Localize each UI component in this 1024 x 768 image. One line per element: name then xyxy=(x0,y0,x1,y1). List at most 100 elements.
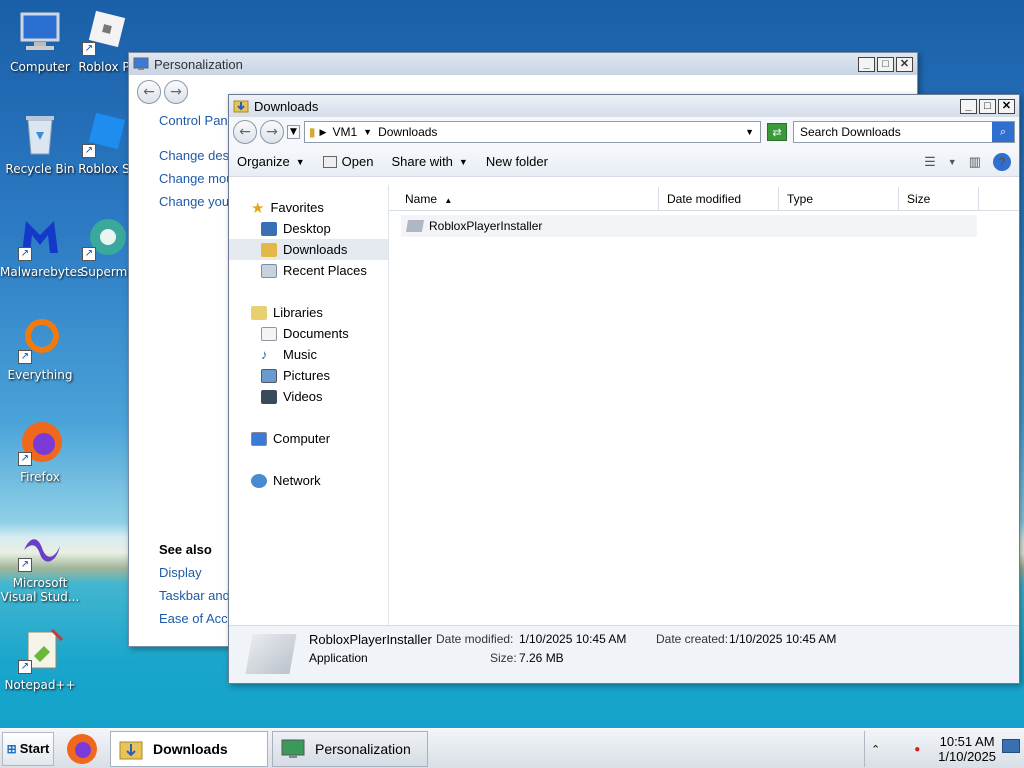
clock[interactable]: 10:51 AM 1/10/2025 xyxy=(938,734,996,764)
taskbar-personalization[interactable]: Personalization xyxy=(272,730,428,767)
nav-documents[interactable]: Documents xyxy=(229,323,388,344)
share-with-button[interactable]: Share with ▼ xyxy=(391,154,467,169)
new-folder-button[interactable]: New folder xyxy=(486,154,548,169)
malwarebytes-icon: ↗ xyxy=(16,213,64,261)
desktop-icon-everything[interactable]: ↗ Everything xyxy=(0,316,80,382)
details-date-created-label: Date created: xyxy=(656,632,729,646)
show-hidden-icons-icon[interactable]: ⌃ xyxy=(871,743,880,756)
desktop-icon-label: Everything xyxy=(7,368,73,382)
desktop-icon-roblox-studio[interactable]: ↗ Roblox S xyxy=(76,110,132,176)
address-bar[interactable]: ▮ ▶ VM1 ▼ Downloads ▼ xyxy=(303,121,761,143)
show-desktop-icon[interactable] xyxy=(1002,739,1020,753)
desktop-icon-notepadpp[interactable]: ↗ Notepad++ xyxy=(0,626,80,692)
minimize-button[interactable]: _ xyxy=(858,56,875,72)
personalization-titlebar[interactable]: Personalization _ □ ✕ xyxy=(129,53,917,75)
roblox-installer-icon xyxy=(405,220,425,232)
close-button[interactable]: ✕ xyxy=(896,56,913,72)
music-icon: ♪ xyxy=(261,347,268,362)
change-desktop-link[interactable]: Change desk xyxy=(129,144,229,167)
nav-pictures[interactable]: Pictures xyxy=(229,365,388,386)
nav-label: Pictures xyxy=(283,368,330,383)
nav-downloads[interactable]: Downloads xyxy=(229,239,388,260)
nav-network[interactable]: Network xyxy=(229,470,388,491)
nav-computer[interactable]: Computer xyxy=(229,428,388,449)
nav-favorites[interactable]: ★ Favorites xyxy=(229,197,388,218)
help-icon[interactable]: ? xyxy=(993,152,1011,171)
column-headers: Name ▲ Date modified Type Size xyxy=(389,187,1019,211)
details-date-created: 1/10/2025 10:45 AM xyxy=(729,632,837,646)
search-placeholder: Search Downloads xyxy=(800,125,901,139)
chevron-down-icon[interactable]: ▼ xyxy=(363,127,372,137)
downloads-titlebar[interactable]: Downloads _ □ ✕ xyxy=(229,95,1019,117)
recent-pages-dropdown[interactable]: ▼ xyxy=(287,125,300,139)
forward-button[interactable]: → xyxy=(164,80,188,104)
change-account-link[interactable]: Change your xyxy=(129,190,229,213)
control-panel-link[interactable]: Control Pane xyxy=(129,109,229,132)
column-size[interactable]: Size xyxy=(899,187,979,210)
ease-of-access-link[interactable]: Ease of Acce xyxy=(159,607,235,630)
file-name: RobloxPlayerInstaller xyxy=(429,219,543,233)
view-dropdown-icon[interactable]: ▼ xyxy=(948,157,957,167)
nav-label: Recent Places xyxy=(283,263,367,278)
desktop-icon-recycle-bin[interactable]: Recycle Bin xyxy=(0,110,80,176)
nav-recent-places[interactable]: Recent Places xyxy=(229,260,388,281)
search-input[interactable]: Search Downloads ⌕ xyxy=(793,121,1015,143)
downloads-window[interactable]: Downloads _ □ ✕ ← → ▼ ▮ ▶ VM1 ▼ Download… xyxy=(228,94,1020,684)
close-button[interactable]: ✕ xyxy=(998,98,1015,114)
file-list-pane[interactable]: Name ▲ Date modified Type Size RobloxPla… xyxy=(389,185,1019,625)
change-view-icon[interactable]: ☰ xyxy=(924,154,936,170)
forward-button[interactable]: → xyxy=(260,120,284,144)
change-mouse-link[interactable]: Change mou xyxy=(129,167,229,190)
nav-label: Music xyxy=(283,347,317,362)
column-date-modified[interactable]: Date modified xyxy=(659,187,779,210)
nav-label: Downloads xyxy=(283,242,348,257)
preview-pane-icon[interactable]: ▥ xyxy=(969,154,981,170)
start-button[interactable]: ⊞ Start xyxy=(2,731,54,766)
desktop-icon-firefox[interactable]: ↗ Firefox xyxy=(0,418,80,484)
desktop-icon-roblox-player[interactable]: ↗ Roblox P xyxy=(76,8,132,74)
maximize-button[interactable]: □ xyxy=(877,56,894,72)
refresh-icon[interactable]: ⇄ xyxy=(767,123,787,141)
explorer-content: ★ Favorites Desktop Downloads Recent Plac… xyxy=(229,185,1019,625)
window-title: Downloads xyxy=(254,98,319,114)
folder-download-icon xyxy=(119,737,143,761)
start-label: Start xyxy=(19,741,50,756)
downloads-folder-icon xyxy=(261,242,277,257)
file-row[interactable]: RobloxPlayerInstaller xyxy=(401,215,977,237)
search-icon[interactable]: ⌕ xyxy=(992,122,1014,142)
column-type[interactable]: Type xyxy=(779,187,899,210)
open-button[interactable]: Open xyxy=(322,154,373,169)
column-name[interactable]: Name ▲ xyxy=(389,187,659,210)
roblox-installer-large-icon xyxy=(245,634,297,674)
maximize-button[interactable]: □ xyxy=(979,98,996,114)
desktop-icon-label: Recycle Bin xyxy=(5,162,75,176)
nav-libraries[interactable]: Libraries xyxy=(229,302,388,323)
address-dropdown-icon[interactable]: ▼ xyxy=(745,127,754,137)
desktop-icon-malwarebytes[interactable]: ↗ Malwarebytes xyxy=(0,213,84,279)
nav-label: Libraries xyxy=(273,305,323,320)
back-button[interactable]: ← xyxy=(137,80,161,104)
folder-icon: ▮ xyxy=(308,125,316,139)
desktop-icon-computer[interactable]: Computer xyxy=(0,8,80,74)
nav-desktop[interactable]: Desktop xyxy=(229,218,388,239)
desktop-icon-label: Notepad++ xyxy=(4,678,76,692)
breadcrumb-vm1[interactable]: VM1 xyxy=(332,125,357,139)
display-link[interactable]: Display xyxy=(159,561,235,584)
back-button[interactable]: ← xyxy=(233,120,257,144)
desktop-icon-visual-studio[interactable]: ↗ Microsoft Visual Stud... xyxy=(0,524,80,604)
desktop-icon-supermium[interactable]: ↗ Superm xyxy=(80,213,128,279)
share-with-label: Share with xyxy=(391,154,453,169)
firefox-taskbar-icon[interactable] xyxy=(64,731,100,767)
desktop-icon-label: Malwarebytes xyxy=(0,265,84,279)
taskbar-link[interactable]: Taskbar and xyxy=(159,584,235,607)
nav-music[interactable]: ♪ Music xyxy=(229,344,388,365)
pictures-icon xyxy=(261,368,277,383)
organize-button[interactable]: Organize ▼ xyxy=(237,154,305,169)
breadcrumb-downloads[interactable]: Downloads xyxy=(378,125,437,139)
see-also-section: See also Display Taskbar and Ease of Acc… xyxy=(159,538,235,630)
taskbar-downloads[interactable]: Downloads xyxy=(110,730,268,767)
network-status-icon[interactable]: ● xyxy=(914,744,920,755)
minimize-button[interactable]: _ xyxy=(960,98,977,114)
chevron-icon[interactable]: ▶ xyxy=(320,127,327,138)
nav-videos[interactable]: Videos xyxy=(229,386,388,407)
